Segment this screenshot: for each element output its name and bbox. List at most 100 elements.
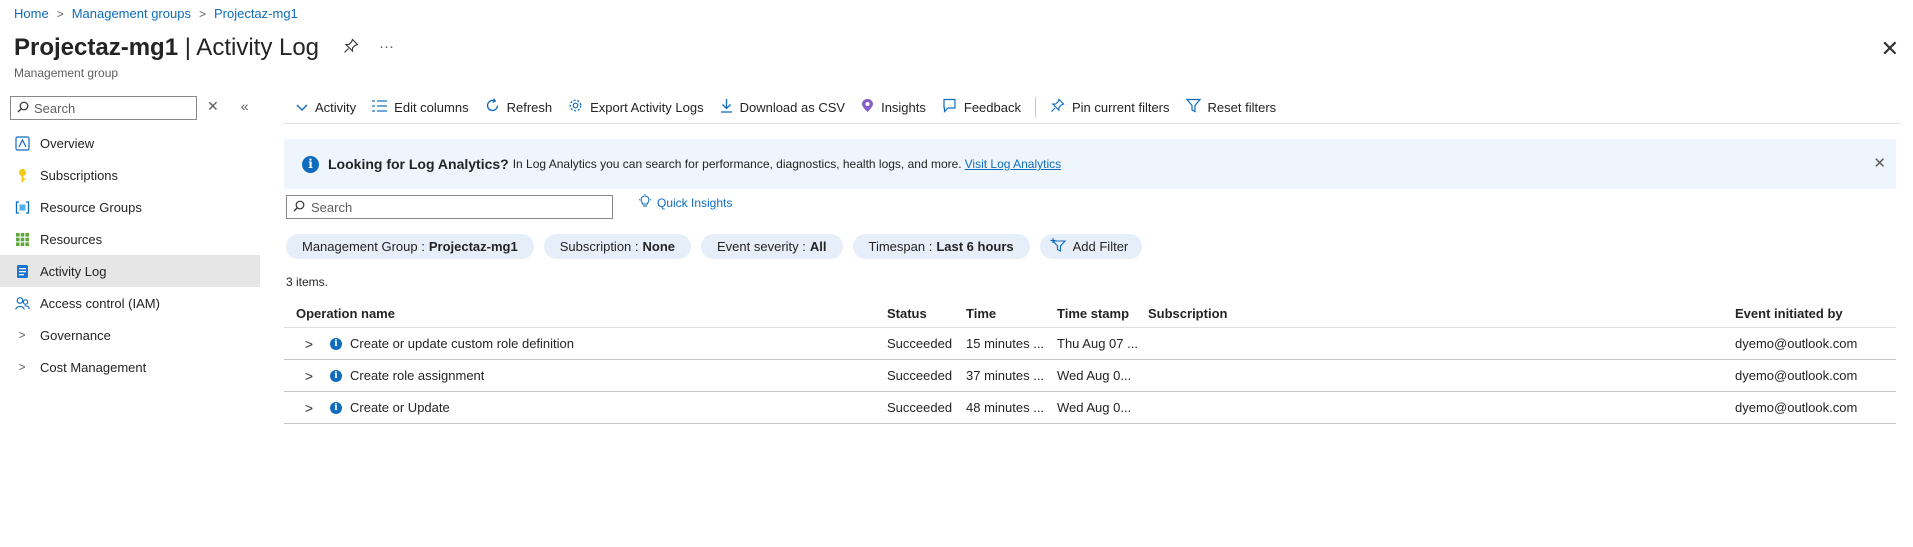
- visit-log-analytics-link[interactable]: Visit Log Analytics: [965, 157, 1062, 171]
- filter-timespan[interactable]: Timespan : Last 6 hours: [852, 234, 1030, 259]
- chevron-right-icon: >: [198, 6, 206, 21]
- more-options-icon[interactable]: ···: [379, 38, 394, 58]
- feedback-label: Feedback: [963, 99, 1021, 115]
- operation-cell: > i Create or Update: [296, 400, 450, 416]
- sidebar-search-input[interactable]: [34, 100, 184, 116]
- status-cell: Succeeded: [887, 368, 953, 383]
- sidebar-item-access-control[interactable]: Access control (IAM): [0, 287, 260, 319]
- sidebar-item-activity-log[interactable]: Activity Log: [0, 255, 260, 287]
- refresh-button[interactable]: Refresh: [477, 96, 561, 118]
- filter-value: All: [809, 239, 827, 254]
- info-icon: i: [330, 337, 342, 350]
- breadcrumb: Home > Management groups > Projectaz-mg1: [14, 6, 298, 21]
- status-cell: Succeeded: [887, 400, 953, 415]
- initiated-by-cell: dyemo@outlook.com: [1735, 368, 1858, 383]
- chevron-down-icon: [296, 100, 308, 115]
- gear-icon: [568, 98, 583, 116]
- chevron-right-icon[interactable]: >: [302, 400, 316, 416]
- breadcrumb-home[interactable]: Home: [14, 6, 49, 21]
- sidebar-item-resource-groups[interactable]: Resource Groups: [0, 191, 260, 223]
- initiated-by-cell: dyemo@outlook.com: [1735, 400, 1858, 415]
- quick-insights-link[interactable]: Quick Insights: [638, 194, 732, 212]
- export-activity-logs-label: Export Activity Logs: [590, 99, 704, 115]
- toolbar-divider-line: [284, 123, 1900, 124]
- add-filter-label: Add Filter: [1072, 239, 1129, 254]
- breadcrumb-current[interactable]: Projectaz-mg1: [214, 6, 298, 21]
- export-activity-logs-button[interactable]: Export Activity Logs: [560, 96, 711, 118]
- refresh-icon: [485, 98, 500, 116]
- timestamp-cell: Thu Aug 07 ...: [1057, 336, 1138, 351]
- sidebar-item-resources[interactable]: Resources: [0, 223, 260, 255]
- lightbulb-icon: [638, 194, 652, 212]
- table-row[interactable]: > i Create role assignment Succeeded 37 …: [284, 360, 1896, 392]
- sidebar-item-subscriptions[interactable]: Subscriptions: [0, 159, 260, 191]
- clear-icon[interactable]: ✕: [207, 98, 219, 115]
- filter-value: Last 6 hours: [936, 239, 1014, 254]
- edit-columns-button[interactable]: Edit columns: [364, 96, 476, 118]
- operation-name[interactable]: Create or Update: [350, 400, 450, 415]
- column-header-operation[interactable]: Operation name: [296, 306, 395, 321]
- column-header-timestamp[interactable]: Time stamp: [1057, 306, 1139, 321]
- sidebar-item-cost-management[interactable]: > Cost Management: [0, 351, 260, 383]
- info-icon: i: [330, 401, 342, 414]
- pin-current-filters-button[interactable]: Pin current filters: [1042, 96, 1178, 118]
- sidebar-item-overview[interactable]: Overview: [0, 127, 260, 159]
- filter-value: Projectaz-mg1: [428, 239, 518, 254]
- page-title: Projectaz-mg1 | Activity Log: [14, 34, 319, 62]
- collapse-icon[interactable]: «: [241, 98, 249, 115]
- operation-cell: > i Create role assignment: [296, 368, 485, 384]
- chevron-right-icon: >: [18, 328, 26, 342]
- feedback-button[interactable]: Feedback: [934, 96, 1029, 118]
- table-row[interactable]: > i Create or update custom role definit…: [284, 328, 1896, 360]
- filter-name: Timespan :: [868, 239, 933, 254]
- filter-management-group[interactable]: Management Group : Projectaz-mg1: [286, 234, 534, 259]
- chevron-right-icon[interactable]: >: [302, 368, 316, 384]
- insights-button[interactable]: Insights: [853, 96, 934, 118]
- sidebar-item-label: Cost Management: [40, 359, 147, 375]
- filter-event-severity[interactable]: Event severity : All: [701, 234, 843, 259]
- table-header: Operation name Status Time Time stamp Su…: [284, 300, 1896, 328]
- filter-value: None: [642, 239, 676, 254]
- people-icon: [14, 295, 30, 311]
- sidebar-item-label: Activity Log: [40, 263, 107, 279]
- sidebar-item-label: Governance: [40, 327, 111, 343]
- operation-cell: > i Create or update custom role definit…: [296, 336, 574, 352]
- page-title-blade: | Activity Log: [178, 34, 320, 61]
- sidebar-search[interactable]: [10, 96, 197, 120]
- key-icon: [14, 167, 30, 183]
- operation-name[interactable]: Create role assignment: [350, 368, 484, 383]
- column-header-status[interactable]: Status: [887, 306, 957, 321]
- pin-icon[interactable]: [343, 38, 359, 58]
- filter-icon: [1185, 98, 1201, 116]
- activity-search[interactable]: [286, 195, 613, 219]
- filter-name: Subscription :: [559, 239, 639, 254]
- activity-search-input[interactable]: [311, 199, 601, 215]
- chevron-right-icon[interactable]: >: [302, 336, 316, 352]
- add-filter-button[interactable]: Add Filter: [1039, 234, 1143, 259]
- breadcrumb-management-groups[interactable]: Management groups: [72, 6, 191, 21]
- sidebar-item-label: Access control (IAM): [40, 295, 160, 311]
- filter-subscription[interactable]: Subscription : None: [543, 234, 691, 259]
- reset-filters-button[interactable]: Reset filters: [1178, 96, 1285, 118]
- close-icon[interactable]: ✕: [1881, 36, 1899, 62]
- feedback-icon: [942, 98, 957, 116]
- download-csv-button[interactable]: Download as CSV: [712, 96, 854, 118]
- sidebar-item-governance[interactable]: > Governance: [0, 319, 260, 351]
- page-title-resource: Projectaz-mg1: [14, 34, 179, 61]
- download-csv-label: Download as CSV: [739, 99, 846, 115]
- sidebar-item-label: Subscriptions: [40, 167, 119, 183]
- pin-icon: [1050, 98, 1065, 116]
- add-filter-icon: [1050, 238, 1066, 255]
- table-row[interactable]: > i Create or Update Succeeded 48 minute…: [284, 392, 1896, 424]
- banner-heading: Looking for Log Analytics?: [328, 156, 509, 172]
- info-icon: i: [302, 155, 319, 173]
- sidebar-nav: Overview Subscriptions Resource Groups R…: [0, 127, 260, 383]
- operation-name[interactable]: Create or update custom role definition: [350, 336, 574, 351]
- activity-button[interactable]: Activity: [288, 96, 364, 118]
- column-header-subscription[interactable]: Subscription: [1148, 306, 1348, 321]
- column-header-time[interactable]: Time: [966, 306, 1048, 321]
- chevron-right-icon: >: [56, 6, 64, 21]
- pin-current-filters-label: Pin current filters: [1071, 99, 1170, 115]
- banner-close-icon[interactable]: ✕: [1873, 154, 1886, 172]
- column-header-initiated-by[interactable]: Event initiated by: [1735, 306, 1843, 321]
